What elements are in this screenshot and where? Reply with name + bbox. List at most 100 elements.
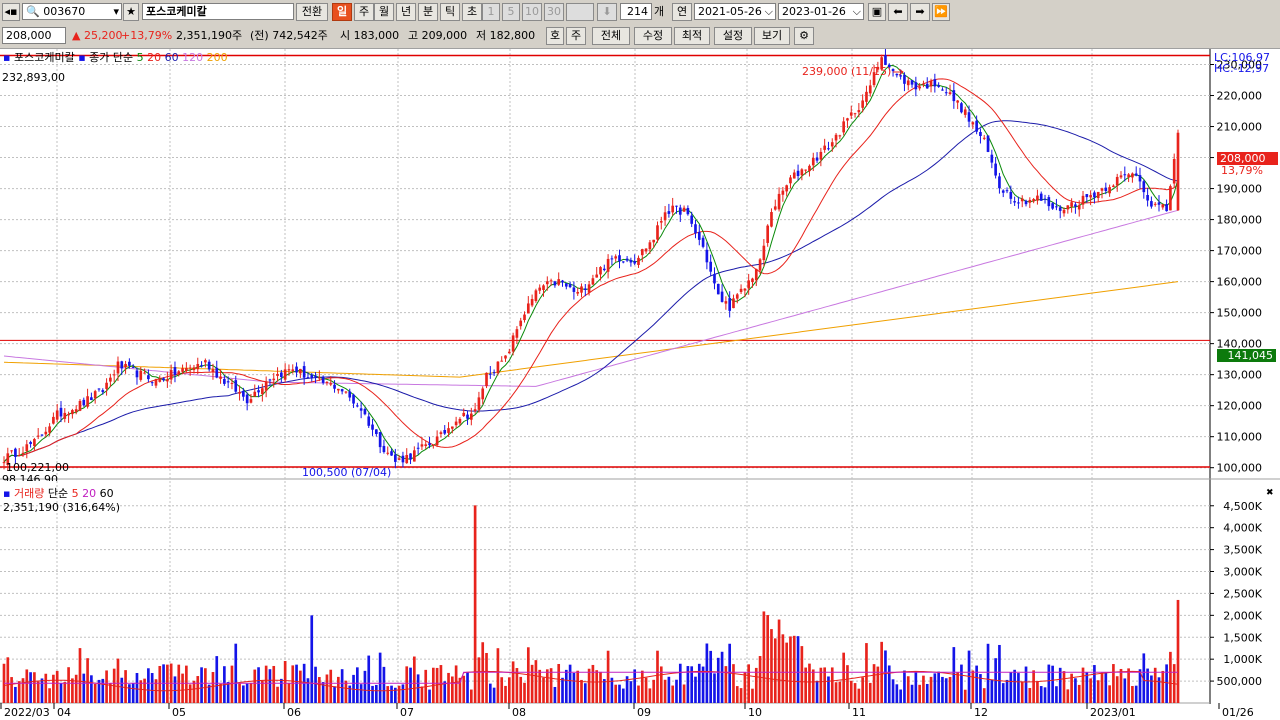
period-button[interactable]: 년: [396, 3, 416, 21]
candle-body: [728, 298, 732, 311]
candle-body: [131, 366, 135, 368]
chart-option-button[interactable]: 최적: [674, 27, 710, 45]
arrow-down-icon[interactable]: ⬇: [597, 3, 617, 21]
volume-value: 2,351,190 (316,64%): [3, 501, 121, 514]
date-mode-button[interactable]: 연: [672, 3, 692, 21]
toolbar-top: ◂▪ 🔍 003670 ▾ ★ 포스코케미칼 전환 일주월년분틱초 1 5 10 30…: [0, 0, 1280, 25]
candle-body: [1043, 198, 1047, 200]
candle-body: [93, 391, 97, 399]
candle-body: [815, 157, 819, 161]
interval-button[interactable]: 30: [544, 3, 564, 21]
candle-body: [804, 169, 807, 171]
candle-body: [576, 291, 580, 294]
candle-body: [1055, 206, 1058, 208]
volume-bar: [557, 663, 561, 703]
volume-tick-label: 3,500K: [1223, 544, 1262, 557]
candle-body: [1134, 173, 1138, 176]
candle-body: [967, 112, 971, 122]
price-change: ▲ 25,200: [72, 29, 123, 42]
chart-option-button[interactable]: 주: [566, 27, 586, 45]
start-date-input[interactable]: 2021-05-26 ⌵: [694, 3, 776, 20]
chart-option-button[interactable]: 전체: [592, 27, 630, 45]
candle-body: [431, 444, 435, 446]
candle-body: [454, 421, 458, 426]
period-button[interactable]: 분: [418, 3, 438, 21]
interval-button[interactable]: 5: [502, 3, 520, 21]
volume-bar: [74, 674, 78, 703]
candle-body: [1024, 200, 1028, 205]
period-button[interactable]: 일: [332, 3, 352, 21]
volume-bar: [1104, 672, 1108, 703]
chart-area[interactable]: 230,000220,000210,000200,000190,000180,0…: [0, 49, 1280, 720]
trade-volume: 2,351,190주: [176, 29, 243, 42]
switch-button[interactable]: 전환: [296, 3, 328, 21]
candle-body: [112, 374, 116, 376]
stock-chart[interactable]: 230,000220,000210,000200,000190,000180,0…: [0, 49, 1280, 720]
chart-option-button[interactable]: 보기: [754, 27, 790, 45]
interval-button[interactable]: 10: [522, 3, 542, 21]
period-button[interactable]: 틱: [440, 3, 460, 21]
candle-body: [846, 118, 849, 121]
arrow-left-icon[interactable]: ⬅: [888, 3, 908, 21]
volume-bar: [105, 670, 108, 703]
interval-button[interactable]: 1: [482, 3, 500, 21]
end-date-input[interactable]: 2023-01-26 ⌵: [778, 3, 864, 20]
candle-body: [998, 176, 1001, 189]
chevron-down-icon[interactable]: ▾: [113, 4, 119, 19]
volume-bar: [849, 680, 853, 703]
settings-icon[interactable]: ⚙: [794, 27, 814, 45]
custom-interval-input[interactable]: [566, 3, 594, 21]
candle-body: [485, 372, 488, 387]
price-tick-label: 150,000: [1217, 307, 1263, 320]
count-input[interactable]: 214: [620, 3, 652, 20]
candle-body: [147, 375, 150, 380]
period-button[interactable]: 월: [374, 3, 394, 21]
candle-body: [1108, 187, 1111, 194]
save-icon[interactable]: ▣: [868, 3, 886, 21]
period-button[interactable]: 초: [462, 3, 482, 21]
stock-code-input[interactable]: 🔍 003670 ▾: [22, 3, 122, 20]
volume-bar: [507, 677, 511, 703]
volume-bar: [6, 657, 10, 703]
volume-bar: [1013, 669, 1016, 703]
legend-vma20: 20: [82, 487, 97, 500]
x-tick-label: 01/26: [1222, 706, 1254, 719]
candle-body: [450, 426, 454, 429]
chart-option-button[interactable]: 수정: [634, 27, 672, 45]
volume-bar: [796, 636, 800, 703]
chart-option-button[interactable]: 설정: [714, 27, 752, 45]
volume-bar: [975, 665, 978, 703]
candle-body: [420, 444, 424, 447]
candle-body: [116, 361, 120, 374]
volume-bar: [177, 664, 181, 703]
search-icon: 🔍: [26, 5, 40, 18]
volume-bar: [1028, 688, 1032, 703]
volume-bar: [735, 686, 739, 703]
candle-body: [1066, 205, 1070, 210]
volume-bar: [747, 664, 751, 703]
candle-body: [724, 301, 728, 304]
candle-body: [865, 91, 868, 102]
menu-icon[interactable]: ◂▪: [2, 3, 20, 21]
candle-body: [705, 249, 709, 263]
volume-bar: [906, 676, 910, 703]
candle-body: [477, 397, 481, 410]
chevron-down-icon[interactable]: ⌵: [853, 4, 861, 19]
volume-bar: [865, 643, 868, 703]
chevron-down-icon[interactable]: ⌵: [765, 4, 773, 19]
volume-bar: [1089, 678, 1092, 703]
favorite-star-icon[interactable]: ★: [123, 3, 139, 21]
chart-option-button[interactable]: 호: [546, 27, 564, 45]
candle-body: [640, 249, 644, 256]
volume-tick-label: 4,500K: [1223, 500, 1262, 513]
candle-body: [394, 454, 397, 462]
legend-ma20: 20: [147, 51, 162, 64]
volume-bar: [842, 652, 845, 703]
candle-body: [97, 388, 101, 390]
period-button[interactable]: 주: [354, 3, 374, 21]
panel-close-icon[interactable]: ✖: [1266, 487, 1274, 500]
volume-bar: [181, 673, 184, 703]
arrow-right-icon[interactable]: ➡: [910, 3, 930, 21]
fast-forward-icon[interactable]: ⏩: [932, 3, 950, 21]
candle-body: [697, 232, 701, 240]
